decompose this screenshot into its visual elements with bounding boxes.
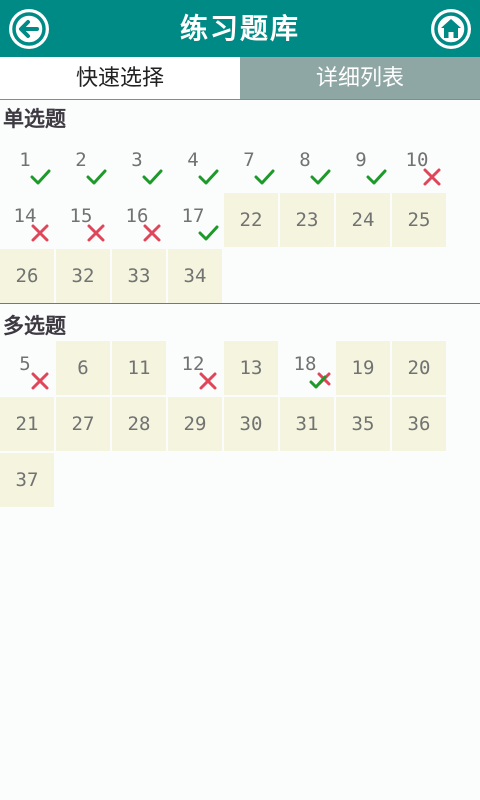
question-cell[interactable]: 36 [392, 397, 446, 451]
question-number: 20 [407, 357, 431, 379]
question-cell[interactable]: 8 [280, 137, 334, 191]
question-cell[interactable]: 31 [280, 397, 334, 451]
question-number: 36 [407, 413, 431, 435]
question-cell[interactable]: 18 [280, 341, 334, 395]
check-icon [85, 166, 107, 188]
question-number: 27 [71, 413, 95, 435]
question-number: 21 [15, 413, 39, 435]
question-cell[interactable]: 4 [168, 137, 222, 191]
question-cell[interactable]: 33 [112, 249, 166, 303]
question-cell[interactable]: 22 [224, 193, 278, 247]
question-cell[interactable]: 15 [56, 193, 110, 247]
question-cell[interactable]: 2 [56, 137, 110, 191]
question-cell[interactable]: 34 [168, 249, 222, 303]
check-icon [141, 166, 163, 188]
question-cell[interactable]: 17 [168, 193, 222, 247]
question-number: 13 [239, 357, 263, 379]
tab-divider [0, 99, 480, 100]
question-cell[interactable]: 29 [168, 397, 222, 451]
question-number: 31 [295, 413, 319, 435]
question-number: 37 [15, 469, 39, 491]
check-icon [29, 166, 51, 188]
check-icon [309, 166, 331, 188]
question-cell[interactable]: 16 [112, 193, 166, 247]
question-cell[interactable]: 14 [0, 193, 54, 247]
question-cell[interactable]: 26 [0, 249, 54, 303]
question-cell[interactable]: 32 [56, 249, 110, 303]
question-cell[interactable]: 35 [336, 397, 390, 451]
question-cell[interactable]: 5 [0, 341, 54, 395]
cross-icon [85, 222, 107, 244]
question-cell[interactable]: 20 [392, 341, 446, 395]
cross-icon [421, 166, 443, 188]
question-number: 28 [127, 413, 151, 435]
check-icon [197, 222, 219, 244]
check-icon [253, 166, 275, 188]
question-cell[interactable]: 13 [224, 341, 278, 395]
section-divider [0, 303, 480, 304]
tab-bar: 快速选择 详细列表 [0, 57, 480, 100]
question-cell[interactable]: 10 [392, 137, 446, 191]
cross-icon [29, 370, 51, 392]
partial-check-icon [309, 370, 331, 392]
question-cell[interactable]: 7 [224, 137, 278, 191]
question-number: 25 [407, 209, 431, 231]
question-number: 29 [183, 413, 207, 435]
question-cell[interactable]: 28 [112, 397, 166, 451]
question-cell[interactable]: 1 [0, 137, 54, 191]
question-cell[interactable]: 12 [168, 341, 222, 395]
question-number: 19 [351, 357, 375, 379]
question-number: 22 [239, 209, 263, 231]
question-cell[interactable]: 11 [112, 341, 166, 395]
question-cell[interactable]: 9 [336, 137, 390, 191]
question-number: 30 [239, 413, 263, 435]
question-number: 32 [71, 265, 95, 287]
tab-quick-select[interactable]: 快速选择 [0, 57, 240, 100]
section-title-multi: 多选题 [3, 313, 66, 338]
question-number: 33 [127, 265, 151, 287]
check-icon [197, 166, 219, 188]
question-cell[interactable]: 30 [224, 397, 278, 451]
question-cell[interactable]: 25 [392, 193, 446, 247]
page-title: 练习题库 [179, 12, 300, 45]
question-cell[interactable]: 3 [112, 137, 166, 191]
question-cell[interactable]: 21 [0, 397, 54, 451]
question-cell[interactable]: 24 [336, 193, 390, 247]
cross-icon [197, 370, 219, 392]
question-cell[interactable]: 6 [56, 341, 110, 395]
question-number: 6 [77, 357, 89, 379]
tab-detail-list[interactable]: 详细列表 [240, 57, 480, 100]
question-number: 35 [351, 413, 375, 435]
question-cell[interactable]: 19 [336, 341, 390, 395]
cross-icon [141, 222, 163, 244]
section-title-single: 单选题 [3, 106, 66, 131]
cross-icon [29, 222, 51, 244]
header-bar: 练习题库 [0, 0, 480, 57]
question-number: 26 [15, 265, 39, 287]
question-number: 23 [295, 209, 319, 231]
question-number: 34 [183, 265, 207, 287]
question-cell[interactable]: 37 [0, 453, 54, 507]
question-number: 24 [351, 209, 375, 231]
question-cell[interactable]: 27 [56, 397, 110, 451]
question-number: 11 [127, 357, 151, 379]
check-icon [365, 166, 387, 188]
home-button[interactable] [431, 9, 471, 49]
home-icon [434, 12, 468, 46]
question-cell[interactable]: 23 [280, 193, 334, 247]
